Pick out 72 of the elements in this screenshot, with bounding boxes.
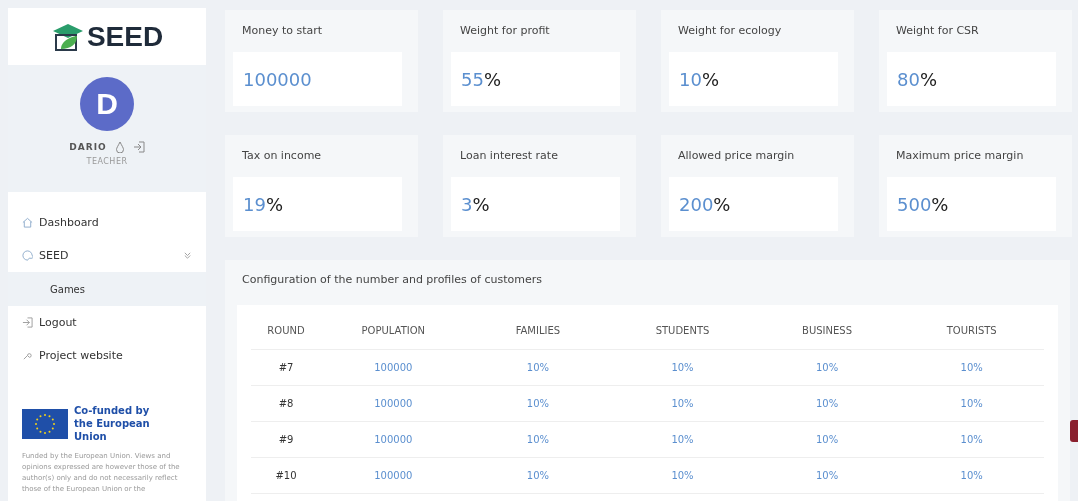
user-role: TEACHER xyxy=(86,157,128,166)
column-header: STUDENTS xyxy=(654,324,711,336)
setting-label: Money to start xyxy=(241,23,324,39)
table-cell-text: 10% xyxy=(525,434,550,445)
table-cell-text: 10% xyxy=(814,434,840,445)
setting-label: Weight for ecology xyxy=(677,23,783,39)
setting-value: 100000 xyxy=(243,68,312,90)
table-cell-text: 100000 xyxy=(373,398,414,409)
setting-value: 10 xyxy=(679,68,702,90)
table-cell-text: 100000 xyxy=(373,434,414,445)
table-cell-text: #8 xyxy=(277,398,295,409)
menu-item[interactable]: Logout xyxy=(8,306,206,339)
setting-value: 19 xyxy=(243,193,266,215)
eu-flag-icon xyxy=(22,408,68,439)
eu-funding-label: Co-funded by the European Union xyxy=(74,404,151,443)
table-cell-text: 10% xyxy=(525,398,550,409)
unit-label: % xyxy=(931,193,949,215)
column-header: POPULATION xyxy=(360,324,427,336)
column-header: BUSINESS xyxy=(801,324,854,336)
setting-label: Allowed price margin xyxy=(677,148,796,164)
panel-title: Configuration of the number and profiles of customers xyxy=(241,272,543,288)
avatar: D xyxy=(80,77,134,131)
setting-value: 80 xyxy=(897,68,920,90)
table-cell-text: 10% xyxy=(525,470,550,481)
table-cell-text: 10% xyxy=(814,362,840,373)
menu-item[interactable]: SEED xyxy=(8,239,206,272)
setting-label: Weight for profit xyxy=(459,23,551,39)
menu-item[interactable]: Dashboard xyxy=(8,206,206,239)
user-name: DARIO xyxy=(69,142,107,152)
table-cell-text: 10% xyxy=(814,470,840,481)
menu-item[interactable]: Project website xyxy=(8,339,206,372)
side-tab[interactable] xyxy=(1070,420,1078,442)
submenu-item[interactable]: Games xyxy=(8,272,206,306)
palette-icon xyxy=(22,250,33,261)
unit-label: % xyxy=(483,68,501,90)
setting-value: 500 xyxy=(897,193,932,215)
home-icon xyxy=(22,217,33,228)
table-cell-text: 100000 xyxy=(373,362,414,373)
logout-icon[interactable] xyxy=(132,141,145,153)
setting-value: 55 xyxy=(461,68,484,90)
table-cell-text: 10% xyxy=(959,398,984,409)
logout-icon xyxy=(22,317,33,328)
table-cell-text: 100000 xyxy=(373,470,414,481)
table-cell-text: 10% xyxy=(525,362,550,373)
drop-icon[interactable] xyxy=(114,141,125,153)
setting-label: Loan interest rate xyxy=(459,148,559,164)
table-cell-text: #7 xyxy=(277,362,295,373)
table-cell-text: 10% xyxy=(959,362,984,373)
unit-label: % xyxy=(701,68,719,90)
setting-label: Weight for CSR xyxy=(895,23,980,39)
column-header: ROUND xyxy=(266,324,306,336)
table-cell-text: #10 xyxy=(274,470,298,481)
table-cell-text: #9 xyxy=(277,434,295,445)
unit-label: % xyxy=(472,193,490,215)
table-cell-text: 10% xyxy=(959,434,984,445)
setting-label: Tax on income xyxy=(241,148,323,164)
table-cell-text: 10% xyxy=(670,434,695,445)
table-cell-text: 10% xyxy=(959,470,984,481)
column-header: TOURISTS xyxy=(945,324,998,336)
setting-label: Maximum price margin xyxy=(895,148,1025,164)
logo-text: SEED xyxy=(86,20,164,53)
setting-value: 3 xyxy=(461,193,473,215)
unit-label: % xyxy=(919,68,937,90)
table-cell-text: 10% xyxy=(670,398,695,409)
table-cell-text: 10% xyxy=(670,470,695,481)
link-icon xyxy=(22,350,33,361)
table-cell-text: 10% xyxy=(814,398,840,409)
table-cell-text: 10% xyxy=(670,362,695,373)
unit-label: % xyxy=(713,193,731,215)
unit-label: % xyxy=(265,193,283,215)
setting-value: 200 xyxy=(679,193,714,215)
column-header: FAMILIES xyxy=(514,324,562,336)
